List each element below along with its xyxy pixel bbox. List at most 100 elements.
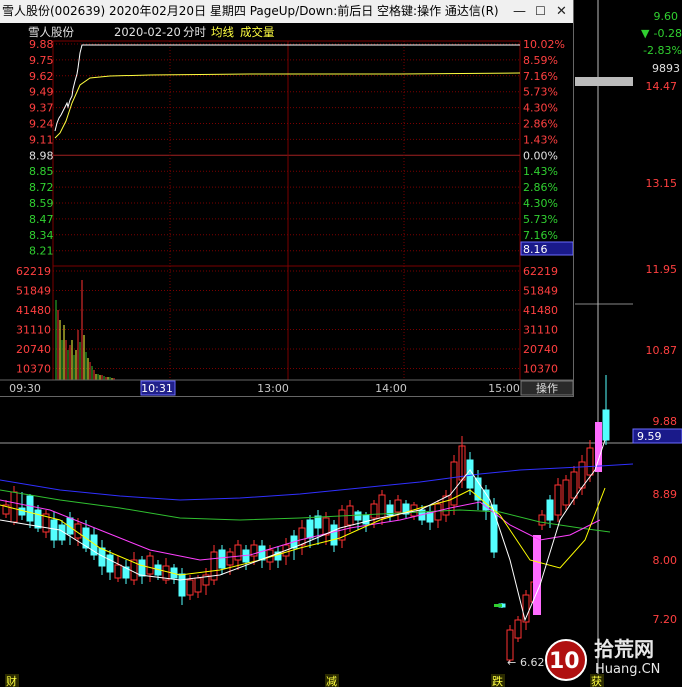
candle-body bbox=[298, 527, 306, 546]
candle-body bbox=[538, 514, 546, 526]
candle-body bbox=[330, 524, 338, 546]
intraday-price-tick: 9.11 bbox=[29, 133, 54, 146]
intraday-popup-window[interactable]: 雪人股份(002639) 2020年02月20日 星期四 PageUp/Down… bbox=[0, 0, 574, 397]
right-volume: 9893 bbox=[652, 62, 680, 75]
intraday-price-tick: 8.98 bbox=[29, 149, 54, 162]
intraday-price-tick: 8.85 bbox=[29, 165, 54, 178]
operate-button[interactable]: 操作 bbox=[536, 381, 558, 395]
intraday-pct-tick: 5.73% bbox=[523, 86, 558, 99]
candle-body bbox=[322, 517, 330, 536]
candle-body bbox=[146, 555, 154, 575]
candle-body bbox=[442, 495, 450, 516]
intraday-volume-tick: 41480 bbox=[16, 304, 51, 317]
candle-body bbox=[394, 499, 402, 513]
intraday-volume-tick: 31110 bbox=[16, 324, 51, 337]
intraday-volume-tick: 62219 bbox=[16, 265, 51, 278]
intraday-pct-tick: 7.16% bbox=[523, 70, 558, 83]
candle-body bbox=[258, 545, 266, 561]
candle-body bbox=[218, 549, 226, 569]
intraday-pct-tick: 2.86% bbox=[523, 181, 558, 194]
intraday-volume-tick: 10370 bbox=[16, 363, 51, 376]
intraday-pct-tick: 0.00% bbox=[523, 149, 558, 162]
window-title: 雪人股份(002639) 2020年02月20日 星期四 PageUp/Down… bbox=[2, 4, 499, 18]
intraday-price-tick: 8.47 bbox=[29, 213, 54, 226]
trading-terminal: 14.47 13.15 11.95 10.87 9.88 8.89 8.00 7.20 9.59… bbox=[0, 0, 682, 687]
signal-marker bbox=[494, 604, 502, 607]
intraday-price-tick: 9.62 bbox=[29, 70, 54, 83]
right-change-pct: -2.83% bbox=[643, 44, 682, 57]
intraday-price-tick: 8.34 bbox=[29, 229, 54, 242]
watermark-site: 拾荒网 bbox=[594, 637, 654, 661]
intraday-volume-tick-right: 51849 bbox=[523, 285, 558, 298]
candle-body bbox=[546, 499, 554, 521]
candle-body bbox=[378, 494, 386, 519]
maximize-button[interactable]: ☐ bbox=[532, 3, 549, 20]
watermark-logo-text: 10 bbox=[549, 649, 580, 674]
intraday-pct-tick: 2.86% bbox=[523, 118, 558, 131]
intraday-price-tick: 9.24 bbox=[29, 118, 54, 131]
intraday-volume-tick-right: 31110 bbox=[523, 324, 558, 337]
intraday-current-price-tag: 8.16 bbox=[523, 243, 548, 256]
candle-body bbox=[354, 511, 362, 521]
avg-line-legend[interactable]: 均线 bbox=[211, 25, 234, 39]
low-marker-arrow: ← bbox=[507, 656, 516, 669]
intraday-pct-tick: 4.30% bbox=[523, 102, 558, 115]
intraday-price-tick: 8.59 bbox=[29, 197, 54, 210]
window-titlebar[interactable]: 雪人股份(002639) 2020年02月20日 星期四 PageUp/Down… bbox=[0, 0, 573, 23]
kline-price-label: 13.15 bbox=[646, 177, 678, 190]
candle-body bbox=[514, 619, 522, 639]
candle-body bbox=[186, 579, 194, 596]
candle-body bbox=[234, 544, 242, 561]
watermark-url: Huang.CN bbox=[595, 662, 660, 677]
minimize-button[interactable]: — bbox=[511, 3, 528, 20]
candle-body bbox=[26, 495, 34, 522]
candle-body bbox=[434, 503, 442, 521]
intraday-pct-tick: 1.43% bbox=[523, 165, 558, 178]
candle-body bbox=[226, 551, 234, 566]
right-price: 9.60 bbox=[654, 10, 679, 23]
candle-body bbox=[306, 519, 314, 539]
kline-current-price-tag: 9.59 bbox=[637, 430, 662, 443]
intraday-price-tick: 9.49 bbox=[29, 86, 54, 99]
kline-price-highlight bbox=[575, 77, 633, 86]
intraday-pct-tick: 5.73% bbox=[523, 213, 558, 226]
intraday-date: 2020-02-20 bbox=[114, 25, 181, 39]
candle-body bbox=[562, 479, 570, 506]
down-arrow-icon: ▼ bbox=[641, 27, 650, 40]
right-change: -0.28 bbox=[654, 27, 682, 40]
intraday-volume-tick-right: 20740 bbox=[523, 343, 558, 356]
candle-body bbox=[50, 519, 58, 541]
volume-legend[interactable]: 成交量 bbox=[240, 25, 275, 39]
kline-price-label: 14.47 bbox=[646, 80, 678, 93]
bottom-label[interactable]: 减 bbox=[326, 675, 337, 687]
intraday-pct-tick: 8.59% bbox=[523, 54, 558, 67]
close-button[interactable]: ✕ bbox=[553, 3, 570, 20]
candle-body bbox=[602, 409, 610, 441]
intraday-price-tick: 8.21 bbox=[29, 245, 54, 258]
kline-price-label: 8.00 bbox=[653, 554, 678, 567]
intraday-price-tick: 9.37 bbox=[29, 102, 54, 115]
candle-body-highlight bbox=[533, 535, 541, 615]
intraday-volume-tick: 20740 bbox=[16, 343, 51, 356]
intraday-pct-tick: 10.02% bbox=[523, 38, 565, 51]
kline-price-label: 8.89 bbox=[653, 488, 678, 501]
candle-body bbox=[114, 564, 122, 579]
intraday-chart[interactable]: 雪人股份 2020-02-20 分时 均线 成交量 9.88 9.75 9.62 9.49 9.3… bbox=[0, 23, 573, 396]
kline-price-label: 11.95 bbox=[646, 263, 678, 276]
candle-body bbox=[554, 484, 562, 516]
candle-body bbox=[10, 491, 18, 523]
candle-body bbox=[138, 559, 146, 577]
bottom-label[interactable]: 跌 bbox=[492, 674, 503, 687]
time-tick: 09:30 bbox=[9, 382, 41, 395]
intraday-price-tick: 9.75 bbox=[29, 54, 54, 67]
ma60-line bbox=[0, 463, 634, 501]
kline-price-label: 7.20 bbox=[653, 613, 678, 626]
bottom-label[interactable]: 财 bbox=[6, 674, 17, 687]
ma30-line bbox=[0, 489, 611, 533]
time-tick: 10:31 bbox=[141, 382, 173, 395]
candle-body bbox=[178, 573, 186, 597]
candle-body bbox=[106, 554, 114, 573]
candle-body bbox=[194, 577, 202, 593]
candle-body bbox=[314, 515, 322, 529]
intraday-volume-tick-right: 10370 bbox=[523, 363, 558, 376]
